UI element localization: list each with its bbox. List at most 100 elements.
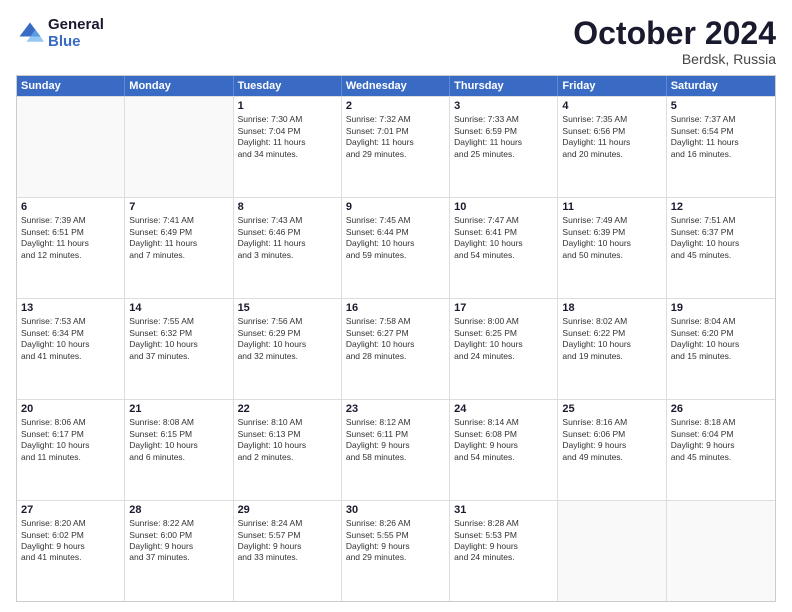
day-11: 11 Sunrise: 7:49 AM Sunset: 6:39 PM Dayli… [558, 198, 666, 298]
day-info-15: Sunrise: 7:56 AM Sunset: 6:29 PM Dayligh… [238, 316, 337, 362]
empty-cell-0-0 [17, 97, 125, 197]
day-info-11: Sunrise: 7:49 AM Sunset: 6:39 PM Dayligh… [562, 215, 661, 261]
day-number-29: 29 [238, 504, 337, 516]
day-16: 16 Sunrise: 7:58 AM Sunset: 6:27 PM Dayli… [342, 299, 450, 399]
day-info-31: Sunrise: 8:28 AM Sunset: 5:53 PM Dayligh… [454, 518, 553, 564]
day-number-13: 13 [21, 302, 120, 314]
day-number-12: 12 [671, 201, 771, 213]
empty-cell-4-5 [558, 501, 666, 601]
day-30: 30 Sunrise: 8:26 AM Sunset: 5:55 PM Dayli… [342, 501, 450, 601]
header-saturday: Saturday [667, 76, 775, 96]
day-number-4: 4 [562, 100, 661, 112]
day-26: 26 Sunrise: 8:18 AM Sunset: 6:04 PM Dayli… [667, 400, 775, 500]
week-row-5: 27Sunrise: 8:20 AM Sunset: 6:02 PM Dayli… [17, 500, 775, 601]
day-19: 19 Sunrise: 8:04 AM Sunset: 6:20 PM Dayli… [667, 299, 775, 399]
title-block: October 2024 Berdsk, Russia [573, 16, 776, 67]
day-number-6: 6 [21, 201, 120, 213]
week-row-3: 13 Sunrise: 7:53 AM Sunset: 6:34 PM Dayli… [17, 298, 775, 399]
day-info-7: Sunrise: 7:41 AM Sunset: 6:49 PM Dayligh… [129, 215, 228, 261]
day-29: 29 Sunrise: 8:24 AM Sunset: 5:57 PM Dayli… [234, 501, 342, 601]
day-number-23: 23 [346, 403, 445, 415]
day-number-21: 21 [129, 403, 228, 415]
day-8: 8 Sunrise: 7:43 AM Sunset: 6:46 PM Daylig… [234, 198, 342, 298]
day-info-12: Sunrise: 7:51 AM Sunset: 6:37 PM Dayligh… [671, 215, 771, 261]
empty-cell-0-1 [125, 97, 233, 197]
day-info-19: Sunrise: 8:04 AM Sunset: 6:20 PM Dayligh… [671, 316, 771, 362]
logo-icon [16, 19, 44, 47]
day-number-3: 3 [454, 100, 553, 112]
day-1: 1Sunrise: 7:30 AM Sunset: 7:04 PM Daylig… [234, 97, 342, 197]
day-13: 13 Sunrise: 7:53 AM Sunset: 6:34 PM Dayli… [17, 299, 125, 399]
header-friday: Friday [558, 76, 666, 96]
day-21: 21Sunrise: 8:08 AM Sunset: 6:15 PM Dayli… [125, 400, 233, 500]
day-info-18: Sunrise: 8:02 AM Sunset: 6:22 PM Dayligh… [562, 316, 661, 362]
day-15: 15 Sunrise: 7:56 AM Sunset: 6:29 PM Dayli… [234, 299, 342, 399]
day-number-11: 11 [562, 201, 661, 213]
day-3: 3Sunrise: 7:33 AM Sunset: 6:59 PM Daylig… [450, 97, 558, 197]
day-number-10: 10 [454, 201, 553, 213]
day-number-17: 17 [454, 302, 553, 314]
day-4: 4 Sunrise: 7:35 AM Sunset: 6:56 PM Daylig… [558, 97, 666, 197]
day-number-24: 24 [454, 403, 553, 415]
day-6: 6 Sunrise: 7:39 AM Sunset: 6:51 PM Daylig… [17, 198, 125, 298]
day-number-30: 30 [346, 504, 445, 516]
day-22: 22Sunrise: 8:10 AM Sunset: 6:13 PM Dayli… [234, 400, 342, 500]
day-number-5: 5 [671, 100, 771, 112]
week-row-1: 1Sunrise: 7:30 AM Sunset: 7:04 PM Daylig… [17, 96, 775, 197]
day-23: 23 Sunrise: 8:12 AM Sunset: 6:11 PM Dayli… [342, 400, 450, 500]
calendar: Sunday Monday Tuesday Wednesday Thursday… [16, 75, 776, 602]
day-5: 5 Sunrise: 7:37 AM Sunset: 6:54 PM Daylig… [667, 97, 775, 197]
day-number-31: 31 [454, 504, 553, 516]
day-number-28: 28 [129, 504, 228, 516]
header-tuesday: Tuesday [234, 76, 342, 96]
day-info-23: Sunrise: 8:12 AM Sunset: 6:11 PM Dayligh… [346, 417, 445, 463]
day-info-4: Sunrise: 7:35 AM Sunset: 6:56 PM Dayligh… [562, 114, 661, 160]
day-info-2: Sunrise: 7:32 AM Sunset: 7:01 PM Dayligh… [346, 114, 445, 160]
day-12: 12 Sunrise: 7:51 AM Sunset: 6:37 PM Dayli… [667, 198, 775, 298]
header-monday: Monday [125, 76, 233, 96]
day-2: 2Sunrise: 7:32 AM Sunset: 7:01 PM Daylig… [342, 97, 450, 197]
day-number-15: 15 [238, 302, 337, 314]
day-number-25: 25 [562, 403, 661, 415]
day-number-22: 22 [238, 403, 337, 415]
day-10: 10Sunrise: 7:47 AM Sunset: 6:41 PM Dayli… [450, 198, 558, 298]
day-number-8: 8 [238, 201, 337, 213]
day-info-14: Sunrise: 7:55 AM Sunset: 6:32 PM Dayligh… [129, 316, 228, 362]
day-info-25: Sunrise: 8:16 AM Sunset: 6:06 PM Dayligh… [562, 417, 661, 463]
header-thursday: Thursday [450, 76, 558, 96]
day-info-20: Sunrise: 8:06 AM Sunset: 6:17 PM Dayligh… [21, 417, 120, 463]
header: General Blue October 2024 Berdsk, Russia [16, 16, 776, 67]
day-info-8: Sunrise: 7:43 AM Sunset: 6:46 PM Dayligh… [238, 215, 337, 261]
day-info-26: Sunrise: 8:18 AM Sunset: 6:04 PM Dayligh… [671, 417, 771, 463]
day-number-27: 27 [21, 504, 120, 516]
day-info-28: Sunrise: 8:22 AM Sunset: 6:00 PM Dayligh… [129, 518, 228, 564]
empty-cell-4-6 [667, 501, 775, 601]
header-wednesday: Wednesday [342, 76, 450, 96]
day-24: 24Sunrise: 8:14 AM Sunset: 6:08 PM Dayli… [450, 400, 558, 500]
week-row-2: 6 Sunrise: 7:39 AM Sunset: 6:51 PM Daylig… [17, 197, 775, 298]
day-14: 14 Sunrise: 7:55 AM Sunset: 6:32 PM Dayli… [125, 299, 233, 399]
day-31: 31 Sunrise: 8:28 AM Sunset: 5:53 PM Dayli… [450, 501, 558, 601]
day-info-16: Sunrise: 7:58 AM Sunset: 6:27 PM Dayligh… [346, 316, 445, 362]
day-27: 27Sunrise: 8:20 AM Sunset: 6:02 PM Dayli… [17, 501, 125, 601]
day-info-13: Sunrise: 7:53 AM Sunset: 6:34 PM Dayligh… [21, 316, 120, 362]
day-17: 17 Sunrise: 8:00 AM Sunset: 6:25 PM Dayli… [450, 299, 558, 399]
calendar-body: 1Sunrise: 7:30 AM Sunset: 7:04 PM Daylig… [17, 96, 775, 601]
day-28: 28 Sunrise: 8:22 AM Sunset: 6:00 PM Dayli… [125, 501, 233, 601]
day-7: 7Sunrise: 7:41 AM Sunset: 6:49 PM Daylig… [125, 198, 233, 298]
logo: General Blue [16, 16, 104, 50]
day-number-16: 16 [346, 302, 445, 314]
day-info-5: Sunrise: 7:37 AM Sunset: 6:54 PM Dayligh… [671, 114, 771, 160]
day-info-6: Sunrise: 7:39 AM Sunset: 6:51 PM Dayligh… [21, 215, 120, 261]
day-number-19: 19 [671, 302, 771, 314]
logo-text: General Blue [48, 16, 104, 50]
day-info-29: Sunrise: 8:24 AM Sunset: 5:57 PM Dayligh… [238, 518, 337, 564]
day-info-9: Sunrise: 7:45 AM Sunset: 6:44 PM Dayligh… [346, 215, 445, 261]
day-number-1: 1 [238, 100, 337, 112]
day-info-30: Sunrise: 8:26 AM Sunset: 5:55 PM Dayligh… [346, 518, 445, 564]
day-25: 25 Sunrise: 8:16 AM Sunset: 6:06 PM Dayli… [558, 400, 666, 500]
day-number-26: 26 [671, 403, 771, 415]
day-info-17: Sunrise: 8:00 AM Sunset: 6:25 PM Dayligh… [454, 316, 553, 362]
day-number-14: 14 [129, 302, 228, 314]
day-18: 18Sunrise: 8:02 AM Sunset: 6:22 PM Dayli… [558, 299, 666, 399]
